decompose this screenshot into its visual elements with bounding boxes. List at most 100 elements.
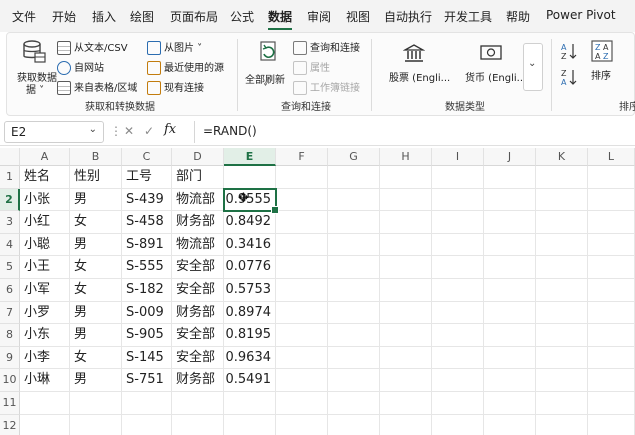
recent-sources-button[interactable]: 最近使用的源 — [147, 59, 224, 75]
cell-j2[interactable] — [484, 188, 536, 212]
cell-b4[interactable]: 男 — [70, 233, 122, 257]
cell-i3[interactable] — [432, 211, 484, 234]
cell-f4[interactable] — [276, 233, 328, 257]
cell-b1[interactable]: 性别 — [70, 166, 122, 189]
cell-f9[interactable] — [276, 346, 328, 370]
from-table-range-button[interactable]: 来自表格/区域 — [57, 79, 137, 95]
cell-i2[interactable] — [432, 188, 484, 212]
cell-j9[interactable] — [484, 346, 536, 370]
column-header-c[interactable]: C — [122, 148, 172, 166]
enter-icon[interactable]: ✓ — [144, 124, 154, 138]
cell-i4[interactable] — [432, 233, 484, 257]
cell-i7[interactable] — [432, 301, 484, 325]
cell-c1[interactable]: 工号 — [122, 166, 172, 189]
cell-f8[interactable] — [276, 324, 328, 347]
cell-c5[interactable]: S-555 — [122, 256, 172, 279]
cell-l12[interactable] — [588, 414, 635, 435]
column-header-b[interactable]: B — [70, 148, 122, 166]
select-all-corner[interactable] — [0, 148, 20, 166]
tab-page-layout[interactable]: 页面布局 — [170, 8, 218, 25]
cell-i5[interactable] — [432, 256, 484, 279]
cell-g5[interactable] — [328, 256, 380, 279]
tab-view[interactable]: 视图 — [346, 8, 370, 25]
cell-l7[interactable] — [588, 301, 635, 325]
cell-g4[interactable] — [328, 233, 380, 257]
cell-j4[interactable] — [484, 233, 536, 257]
cell-j10[interactable] — [484, 369, 536, 392]
workbook-links-button[interactable]: 工作簿链接 — [293, 79, 360, 95]
cell-a12[interactable] — [20, 414, 70, 435]
cell-a7[interactable]: 小罗 — [20, 301, 70, 325]
cell-g3[interactable] — [328, 211, 380, 234]
cell-d11[interactable] — [172, 392, 224, 415]
sort-descending-button[interactable]: Z A — [561, 67, 577, 87]
cell-e7[interactable]: 0.8974 — [224, 301, 276, 325]
cell-a6[interactable]: 小军 — [20, 279, 70, 302]
cell-i11[interactable] — [432, 392, 484, 415]
cell-f12[interactable] — [276, 414, 328, 435]
tab-developer[interactable]: 开发工具 — [444, 8, 492, 25]
cell-j3[interactable] — [484, 211, 536, 234]
tab-draw[interactable]: 绘图 — [130, 8, 154, 25]
cell-h7[interactable] — [380, 301, 432, 325]
cell-e6[interactable]: 0.5753 — [224, 279, 276, 302]
cell-i1[interactable] — [432, 166, 484, 189]
cell-b12[interactable] — [70, 414, 122, 435]
cell-e9[interactable]: 0.9634 — [224, 346, 276, 370]
cell-g7[interactable] — [328, 301, 380, 325]
cell-i10[interactable] — [432, 369, 484, 392]
cell-f7[interactable] — [276, 301, 328, 325]
cell-k7[interactable] — [536, 301, 588, 325]
cell-b6[interactable]: 女 — [70, 279, 122, 302]
cell-j12[interactable] — [484, 414, 536, 435]
cell-e11[interactable] — [224, 392, 276, 415]
stocks-button[interactable]: 股票 (Engli... — [379, 43, 453, 84]
cell-l5[interactable] — [588, 256, 635, 279]
cell-f6[interactable] — [276, 279, 328, 302]
cell-k4[interactable] — [536, 233, 588, 257]
cell-a2[interactable]: 小张 — [20, 188, 70, 212]
cell-b10[interactable]: 男 — [70, 369, 122, 392]
row-header-12[interactable]: 12 — [0, 414, 20, 435]
cell-b7[interactable]: 男 — [70, 301, 122, 325]
column-header-a[interactable]: A — [20, 148, 70, 166]
tab-file[interactable]: 文件 — [12, 8, 36, 25]
from-web-button[interactable]: 自网站 — [57, 59, 104, 75]
cell-k8[interactable] — [536, 324, 588, 347]
cell-g9[interactable] — [328, 346, 380, 370]
cell-a3[interactable]: 小红 — [20, 211, 70, 234]
cell-k11[interactable] — [536, 392, 588, 415]
data-types-expand-button[interactable]: ⌄ — [523, 43, 543, 91]
cell-a4[interactable]: 小聪 — [20, 233, 70, 257]
tab-formulas[interactable]: 公式 — [230, 8, 254, 25]
cell-d6[interactable]: 安全部 — [172, 279, 224, 302]
cell-d1[interactable]: 部门 — [172, 166, 224, 189]
cell-c4[interactable]: S-891 — [122, 233, 172, 257]
cell-k9[interactable] — [536, 346, 588, 370]
sort-button[interactable]: Z A A Z 排序 — [585, 39, 619, 89]
cell-f5[interactable] — [276, 256, 328, 279]
cell-a1[interactable]: 姓名 — [20, 166, 70, 189]
get-data-button[interactable]: 获取数据 据 ˅ — [13, 39, 57, 96]
cell-b9[interactable]: 女 — [70, 346, 122, 370]
cell-b2[interactable]: 男 — [70, 188, 122, 212]
worksheet-grid[interactable]: A B C D E F G H I J K L 1 姓名 性别 工号 部门 2 小张男 S-439 物流部 0.9555 3… — [0, 148, 635, 435]
row-header-10[interactable]: 10 — [0, 369, 20, 392]
cell-a10[interactable]: 小琳 — [20, 369, 70, 392]
cell-f3[interactable] — [276, 211, 328, 234]
cell-d2[interactable]: 物流部 — [172, 188, 224, 212]
tab-home[interactable]: 开始 — [52, 8, 76, 25]
cell-f11[interactable] — [276, 392, 328, 415]
cell-l8[interactable] — [588, 324, 635, 347]
cell-e8[interactable]: 0.8195 — [224, 324, 276, 347]
from-text-csv-button[interactable]: 从文本/CSV — [57, 39, 128, 55]
cell-e5[interactable]: 0.0776 — [224, 256, 276, 279]
cell-c11[interactable] — [122, 392, 172, 415]
cell-e3[interactable]: 0.8492 — [224, 211, 276, 234]
cell-k10[interactable] — [536, 369, 588, 392]
row-header-11[interactable]: 11 — [0, 392, 20, 415]
currencies-button[interactable]: 货币 (Engli... — [455, 43, 529, 84]
tab-automate[interactable]: 自动执行 — [384, 8, 432, 25]
cell-k6[interactable] — [536, 279, 588, 302]
row-header-9[interactable]: 9 — [0, 346, 20, 370]
